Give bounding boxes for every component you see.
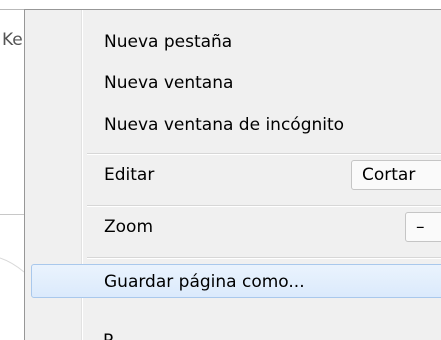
menu-item-label: Editar [104, 165, 155, 185]
background-curve [0, 257, 24, 273]
cut-button[interactable]: Cortar [351, 160, 441, 190]
menu-item-label: Guardar página como... [104, 272, 305, 292]
menu-item-edit: Editar Cortar [25, 156, 441, 194]
menu-item-label: Zoom [104, 217, 154, 237]
menu-separator [87, 153, 441, 155]
menu-item-new-window[interactable]: Nueva ventana [25, 64, 441, 102]
menu-separator [87, 205, 441, 207]
menu-item-new-tab[interactable]: Nueva pestaña [25, 23, 441, 61]
background-window: Ke [0, 0, 24, 340]
background-divider [0, 214, 24, 215]
menu-separator [87, 257, 441, 259]
menu-item-label: Nueva ventana [104, 73, 234, 93]
zoom-out-button[interactable]: – [405, 212, 441, 242]
menu-item-save-page-as[interactable]: Guardar página como... [25, 263, 441, 301]
background-tab-title[interactable]: Ke [2, 30, 22, 50]
background-tab-border [0, 9, 24, 10]
menu-item-new-incognito-window[interactable]: Nueva ventana de incógnito [25, 106, 441, 144]
screen: Ke Nueva pestaña Nueva ventana Nueva ven… [0, 0, 441, 340]
menu-item-zoom: Zoom – [25, 208, 441, 246]
menu-item-label: Nueva ventana de incógnito [104, 115, 345, 135]
menu-item-label: Nueva pestaña [104, 32, 233, 52]
menu-item-partial[interactable]: P [103, 333, 127, 340]
menu-item-label: P [103, 333, 127, 340]
chrome-menu: Nueva pestaña Nueva ventana Nueva ventan… [24, 9, 441, 340]
